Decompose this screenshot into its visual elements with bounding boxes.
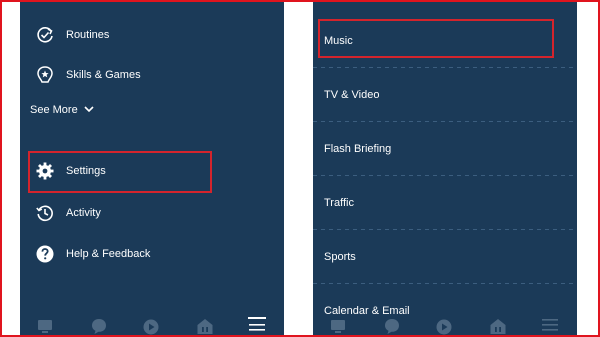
menu-label: Settings: [66, 165, 106, 177]
play-icon[interactable]: [435, 317, 453, 335]
chevron-down-icon: [84, 104, 94, 116]
gear-icon: [34, 160, 56, 182]
list-item-tv-video[interactable]: TV & Video: [313, 68, 577, 122]
help-icon: [34, 243, 56, 265]
list-item-label: Music: [324, 35, 353, 47]
menu-item-help-feedback[interactable]: Help & Feedback: [20, 239, 284, 269]
list-item-label: Flash Briefing: [324, 143, 392, 155]
bottom-nav: [20, 313, 284, 335]
list-item-label: Traffic: [324, 197, 354, 209]
routines-icon: [34, 24, 56, 46]
more-menu-icon[interactable]: [541, 317, 559, 335]
see-more-label: See More: [30, 104, 78, 116]
menu-item-routines[interactable]: Routines: [20, 20, 284, 50]
home-icon[interactable]: [36, 317, 54, 335]
history-icon: [34, 202, 56, 224]
play-icon[interactable]: [142, 317, 160, 335]
list-item-label: Sports: [324, 251, 356, 263]
left-menu-panel: Routines Skills & Games See More Setting…: [20, 2, 284, 335]
more-menu-icon[interactable]: [246, 317, 268, 335]
list-item-flash-briefing[interactable]: Flash Briefing: [313, 122, 577, 176]
menu-item-activity[interactable]: Activity: [20, 198, 284, 228]
menu-item-settings[interactable]: Settings: [20, 156, 284, 186]
communicate-icon[interactable]: [383, 317, 401, 335]
list-item-music[interactable]: Music: [313, 14, 577, 68]
devices-icon[interactable]: [196, 317, 214, 335]
list-item-label: TV & Video: [324, 89, 380, 101]
menu-label: Help & Feedback: [66, 248, 151, 260]
menu-label: Skills & Games: [66, 69, 141, 81]
home-icon[interactable]: [329, 317, 347, 335]
devices-icon[interactable]: [489, 317, 507, 335]
see-more-toggle[interactable]: See More: [30, 104, 94, 116]
communicate-icon[interactable]: [90, 317, 108, 335]
list-item-sports[interactable]: Sports: [313, 230, 577, 284]
skills-icon: [34, 64, 56, 86]
menu-label: Activity: [66, 207, 101, 219]
settings-list-panel: Music TV & Video Flash Briefing Traffic …: [313, 2, 577, 335]
bottom-nav: [313, 313, 577, 335]
list-item-traffic[interactable]: Traffic: [313, 176, 577, 230]
menu-label: Routines: [66, 29, 110, 41]
menu-item-skills-games[interactable]: Skills & Games: [20, 60, 284, 90]
